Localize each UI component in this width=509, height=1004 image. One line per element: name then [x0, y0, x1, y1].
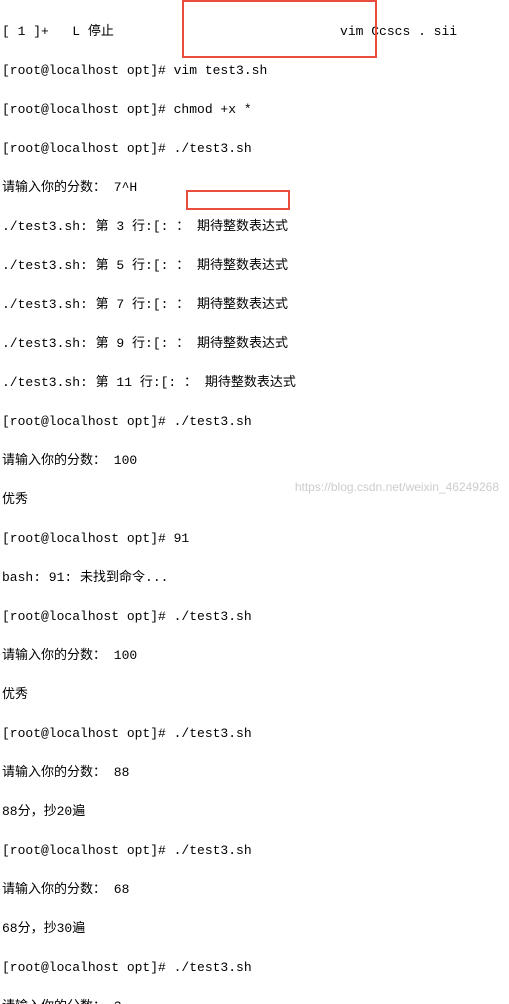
terminal-line: ./test3.sh: 第 5 行:[: ： 期待整数表达式 — [2, 256, 507, 276]
terminal-output[interactable]: [ 1 ]+ L 停止 vim Ccscs . sii [root@localh… — [2, 2, 507, 1004]
terminal-line: 请输入你的分数： 100 — [2, 646, 507, 666]
terminal-line: [root@localhost opt]# 91 — [2, 529, 507, 549]
terminal-line: [root@localhost opt]# ./test3.sh — [2, 958, 507, 978]
terminal-line: 请输入你的分数： 7^H — [2, 178, 507, 198]
terminal-line: 请输入你的分数： 68 — [2, 880, 507, 900]
terminal-line: bash: 91: 未找到命令... — [2, 568, 507, 588]
terminal-line: [root@localhost opt]# vim test3.sh — [2, 61, 507, 81]
terminal-line: ./test3.sh: 第 3 行:[: ： 期待整数表达式 — [2, 217, 507, 237]
watermark-text: https://blog.csdn.net/weixin_46249268 — [295, 478, 499, 496]
terminal-line: [root@localhost opt]# ./test3.sh — [2, 412, 507, 432]
terminal-line: ./test3.sh: 第 9 行:[: ： 期待整数表达式 — [2, 334, 507, 354]
terminal-line: [root@localhost opt]# ./test3.sh — [2, 841, 507, 861]
terminal-line: ./test3.sh: 第 7 行:[: ： 期待整数表达式 — [2, 295, 507, 315]
terminal-line: [root@localhost opt]# ./test3.sh — [2, 139, 507, 159]
terminal-line: 请输入你的分数： 88 — [2, 763, 507, 783]
terminal-line: [ 1 ]+ L 停止 vim Ccscs . sii — [2, 22, 507, 42]
terminal-line: [root@localhost opt]# ./test3.sh — [2, 724, 507, 744]
terminal-line: 88分，抄20遍 — [2, 802, 507, 822]
terminal-line: ./test3.sh: 第 11 行:[: ： 期待整数表达式 — [2, 373, 507, 393]
terminal-line: 优秀 — [2, 685, 507, 705]
terminal-line: 请输入你的分数： 3 — [2, 997, 507, 1004]
terminal-line: [root@localhost opt]# chmod +x * — [2, 100, 507, 120]
terminal-line: [root@localhost opt]# ./test3.sh — [2, 607, 507, 627]
terminal-line: 请输入你的分数： 100 — [2, 451, 507, 471]
terminal-line: 68分，抄30遍 — [2, 919, 507, 939]
